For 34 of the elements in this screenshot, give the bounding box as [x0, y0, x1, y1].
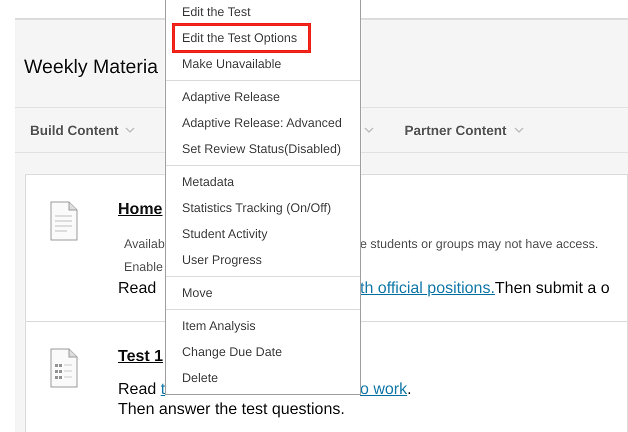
build-content-menu[interactable]: Build Content	[30, 122, 118, 138]
menu-item[interactable]: Statistics Tracking (On/Off)	[174, 195, 340, 221]
menu-item[interactable]: Adaptive Release	[174, 84, 288, 110]
item-link[interactable]: o work	[360, 380, 408, 400]
item-text: Read	[118, 280, 156, 297]
menu-item[interactable]: Delete	[174, 365, 226, 391]
menu-item[interactable]: Adaptive Release: Advanced	[174, 110, 350, 136]
page-title: Weekly Materia	[23, 56, 158, 78]
chevron-icon[interactable]	[514, 127, 524, 133]
item-text: .	[407, 380, 412, 400]
menu-item[interactable]: User Progress	[174, 247, 270, 273]
document-icon	[50, 201, 78, 241]
item-link[interactable]: t	[160, 381, 166, 398]
item-text: Read	[118, 381, 158, 398]
menu-item[interactable]: Item Analysis	[174, 313, 264, 339]
item-link[interactable]: th official positions.	[360, 279, 495, 299]
partner-content-menu[interactable]: Partner Content	[404, 122, 506, 138]
item-title-link[interactable]: Test 1	[118, 348, 164, 365]
item-title-link[interactable]: Home	[118, 201, 162, 218]
item-text: Availab	[124, 237, 165, 251]
menu-item[interactable]: Edit the Test	[174, 0, 259, 25]
menu-item[interactable]: Edit the Test Options	[174, 25, 310, 51]
item-text: Then submit a o	[494, 279, 610, 299]
chevron-icon[interactable]	[125, 127, 136, 133]
item-text: Enable	[124, 260, 163, 274]
menu-item[interactable]: Set Review Status(Disabled)	[174, 136, 350, 162]
item-text: Then answer the test questions.	[118, 401, 345, 418]
menu-item[interactable]: Move	[174, 280, 221, 306]
menu-item[interactable]: Student Activity	[174, 221, 276, 247]
chevron-icon[interactable]	[364, 127, 374, 133]
menu-item[interactable]: Make Unavailable	[174, 51, 290, 77]
test-document-icon	[50, 348, 78, 388]
menu-item[interactable]: Metadata	[174, 169, 242, 195]
menu-item[interactable]: Change Due Date	[174, 339, 290, 365]
